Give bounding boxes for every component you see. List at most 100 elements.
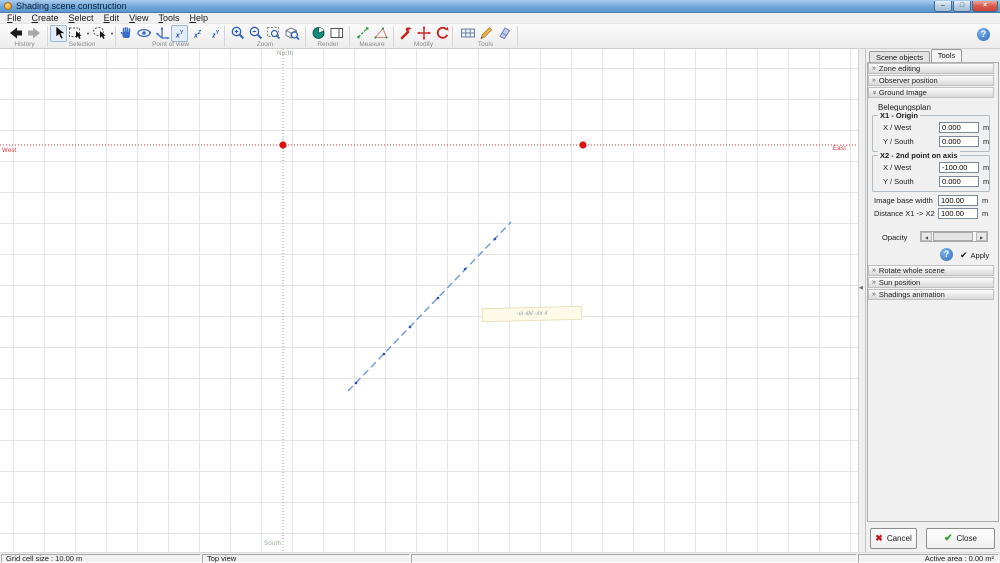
title-bar: Shading scene construction – □ × [0,0,1000,13]
groupbox-title: X2 - 2nd point on axis [878,151,960,160]
image-base-width-input[interactable] [938,195,978,206]
field-label: Distance X1 -> X2 [874,209,935,218]
menu-select[interactable]: Select [64,13,99,24]
section-shadings-animation[interactable]: » Shadings animation [868,289,994,300]
field-label: Image base width [874,196,933,205]
groupbox-x2-second-point: X2 - 2nd point on axis X / West m Y / So… [872,151,990,192]
modify-rotate-icon[interactable] [433,25,450,42]
redo-forward-icon[interactable] [25,25,42,42]
tab-scene-objects[interactable]: Scene objects [869,51,930,62]
ground-help-icon[interactable]: ? [940,248,953,261]
view-top-xy-button[interactable]: xY [171,24,188,42]
group-label-render: Render [317,41,339,48]
zoom-in-icon[interactable] [230,25,247,42]
unit-label: m [983,123,990,132]
x1-x-west-input[interactable] [939,122,979,133]
section-ground-image[interactable]: » Ground Image [868,87,994,98]
x1-y-south-input[interactable] [939,136,979,147]
apply-button[interactable]: ✔ Apply [960,250,989,261]
south-axis-label: South [264,541,282,547]
menu-file[interactable]: File [2,13,27,24]
modify-move-icon[interactable] [415,25,432,42]
slider-left-arrow-icon[interactable]: ◀ [921,232,932,241]
axes-view-icon[interactable] [153,25,170,42]
axis-point-x2[interactable] [579,141,587,149]
distance-x1-x2-input[interactable] [938,208,978,219]
grid-table-icon[interactable] [459,25,476,42]
chevron-down-icon: » [870,90,878,95]
orbit-rotate-view-icon[interactable] [135,25,152,42]
groupbox-x1-origin: X1 - Origin X / West m Y / South m [872,111,990,152]
view-side-zy-button[interactable]: zY [207,25,224,42]
toolbar-separator [47,26,48,47]
zoom-window-icon[interactable] [266,25,283,42]
chevron-right-icon: » [872,77,876,84]
scene-canvas[interactable]: North South West East ·ılı·ıllıl ·ılıı ı… [0,49,858,552]
view-front-xz-button[interactable]: xZ [189,25,206,42]
menu-help[interactable]: Help [184,13,213,24]
section-label: Observer position [878,76,938,85]
ground-image-axis-line[interactable] [347,221,512,392]
field-label: Y / South [883,177,914,186]
menu-create[interactable]: Create [27,13,64,24]
section-label: Ground Image [878,88,927,97]
window-controls: – □ × [933,0,998,12]
rectangle-select-dropdown-icon[interactable]: ▼ [86,31,91,36]
chevron-right-icon: » [872,279,876,286]
scene-drawing [0,49,858,552]
section-zone-editing[interactable]: » Zone editing [868,63,994,74]
render-wireframe-icon[interactable] [329,25,346,42]
pencil-draw-icon[interactable] [477,25,494,42]
modify-wrench-icon[interactable] [397,25,414,42]
tab-tools[interactable]: Tools [931,49,962,62]
x2-x-west-input[interactable] [939,162,979,173]
origin-point-x1[interactable] [279,141,287,149]
menu-view[interactable]: View [124,13,153,24]
rectangle-select-icon[interactable] [68,25,85,42]
help-icon[interactable]: ? [977,28,990,41]
section-sun-position[interactable]: » Sun position [868,277,994,288]
maximize-button[interactable]: □ [953,0,971,12]
section-label: Rotate whole scene [878,266,945,275]
eraser-object-icon[interactable] [495,25,512,42]
menu-edit[interactable]: Edit [99,13,125,24]
render-shaded-icon[interactable] [311,25,328,42]
opacity-slider[interactable]: ◀ ▶ [920,231,988,242]
zoom-out-icon[interactable] [248,25,265,42]
close-window-button[interactable]: × [972,0,998,12]
toolbar-group-selection: ▼ ▼ Selection [49,24,115,49]
cancel-button[interactable]: ✖ Cancel [870,528,917,549]
close-button[interactable]: ✔ Close [926,528,995,549]
section-observer-position[interactable]: » Observer position [868,75,994,86]
group-label-tools: Tools [477,41,494,48]
toolbar-separator [393,26,394,47]
field-label: X / West [883,123,912,132]
zoom-extent-3d-icon[interactable] [284,25,301,42]
panel-splitter[interactable]: ◀ [858,49,866,552]
measure-distance-icon[interactable] [355,25,372,42]
slider-right-arrow-icon[interactable]: ▶ [976,232,987,241]
splitter-collapse-icon[interactable]: ◀ [859,285,863,291]
status-empty-segment [411,554,857,563]
select-cursor-icon[interactable] [49,24,67,42]
group-label-history: History [14,41,35,48]
x2-y-south-input[interactable] [939,176,979,187]
group-label-measure: Measure [359,41,385,48]
toolbar-group-zoom: Zoom [226,24,304,49]
north-axis-label: North [277,51,294,57]
toolbar-separator [517,26,518,47]
section-rotate-whole-scene[interactable]: » Rotate whole scene [868,265,994,276]
chevron-right-icon: » [872,267,876,274]
lasso-select-dropdown-icon[interactable]: ▼ [110,31,115,36]
undo-back-icon[interactable] [7,25,24,42]
pan-hand-icon[interactable] [117,25,134,42]
west-axis-label: West [2,148,17,154]
side-panel: Scene objects Tools » Zone editing » Obs… [866,49,1000,552]
minimize-button[interactable]: – [934,0,952,12]
chevron-right-icon: » [872,291,876,298]
lasso-select-icon[interactable] [92,25,109,42]
slider-thumb[interactable] [933,232,973,241]
menu-tools[interactable]: Tools [153,13,184,24]
shading-scene-window: { "window": { "title": "Shading scene co… [0,0,1000,563]
measure-angle-icon[interactable] [373,25,390,42]
